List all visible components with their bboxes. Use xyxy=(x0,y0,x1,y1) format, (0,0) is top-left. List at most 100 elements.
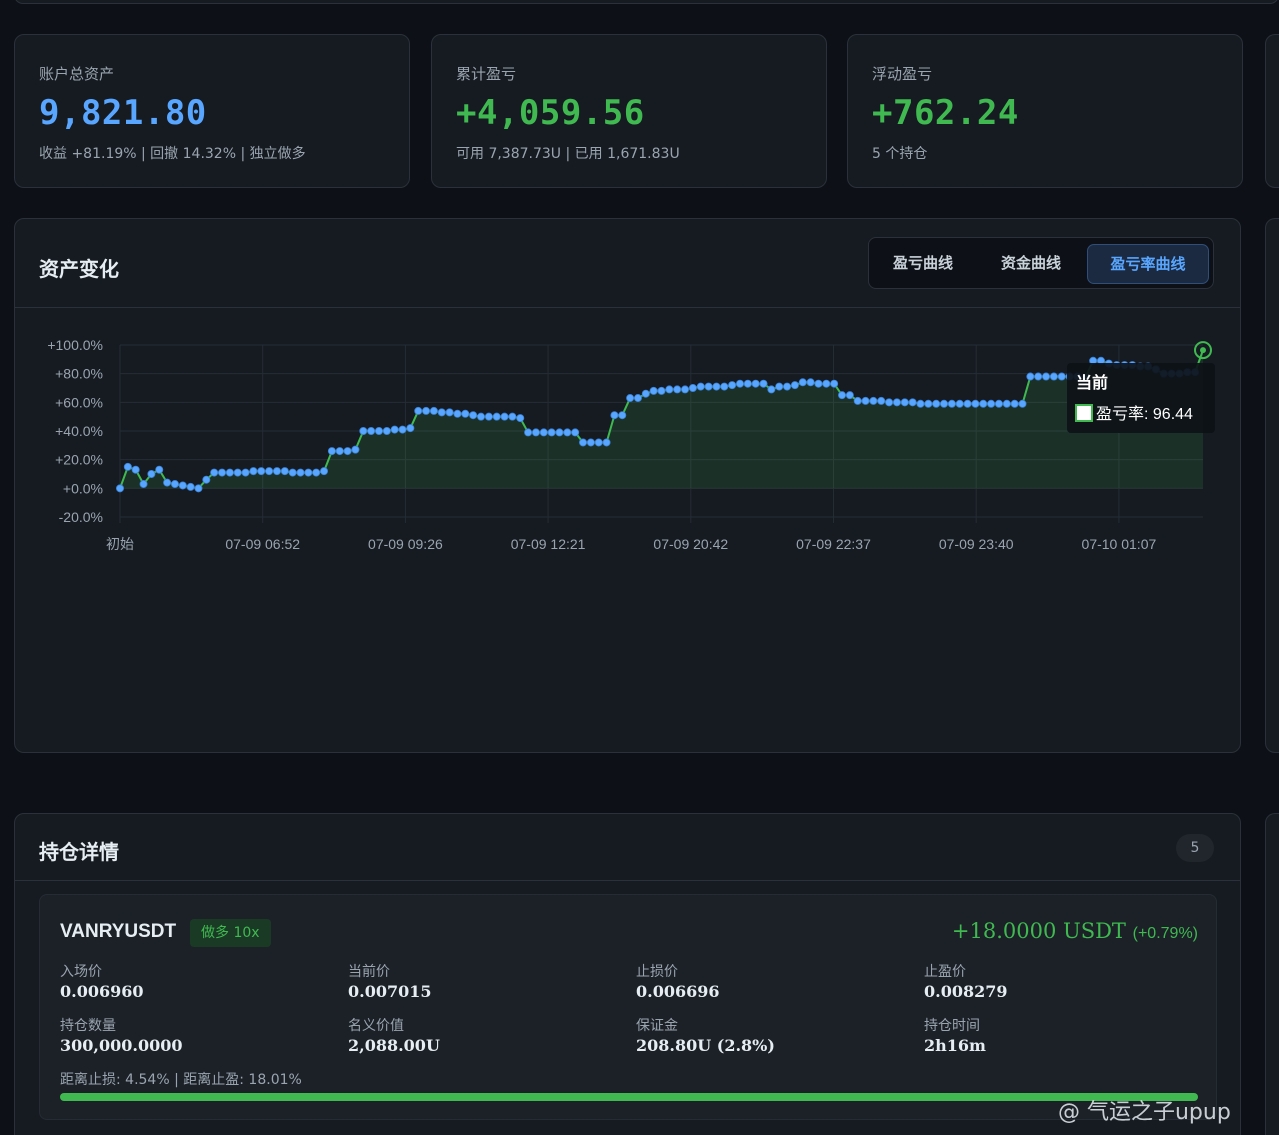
distance-progress-fill xyxy=(60,1093,1198,1101)
data-point xyxy=(131,465,140,474)
data-point xyxy=(155,465,164,474)
stat-label: 浮动盈亏 xyxy=(872,65,933,83)
data-point xyxy=(845,391,854,400)
stat-card-cumulative-pnl: 累计盈亏 +4,059.56 可用 7,387.73U | 已用 1,671.8… xyxy=(431,34,827,188)
position-count-badge: 5 xyxy=(1176,834,1214,862)
data-point xyxy=(720,382,729,391)
data-point xyxy=(618,411,627,420)
stat-sub: 5 个持仓 xyxy=(872,146,928,162)
data-point xyxy=(406,424,415,433)
y-tick-label: +80.0% xyxy=(55,366,103,382)
data-point xyxy=(414,406,423,415)
data-point xyxy=(1018,399,1027,408)
data-point xyxy=(885,398,894,407)
data-point xyxy=(547,428,556,437)
data-point xyxy=(508,412,517,421)
position-pnl: +18.0000 USDT (+0.79%) xyxy=(952,919,1198,943)
asset-change-panel: 资产变化 盈亏曲线 资金曲线 盈亏率曲线 +100.0% +80.0% +60.0%… xyxy=(14,218,1241,753)
data-point xyxy=(1042,372,1051,381)
data-point xyxy=(869,396,878,405)
data-point xyxy=(555,428,564,437)
x-tick-label: 07-09 06:52 xyxy=(225,536,300,552)
data-point xyxy=(1057,372,1066,381)
distance-info: 距离止损: 4.54% | 距离止盈: 18.01% xyxy=(60,1072,302,1088)
x-tick-label: 初始 xyxy=(106,536,134,552)
position-symbol: VANRYUSDT xyxy=(60,921,177,942)
data-point xyxy=(194,484,203,493)
data-point xyxy=(704,382,713,391)
side-badge: 做多 10x xyxy=(190,919,271,947)
field-label: 持仓时间 xyxy=(924,1017,980,1033)
data-point xyxy=(367,427,376,436)
top-panel-edge xyxy=(14,0,1279,4)
stat-label: 累计盈亏 xyxy=(456,65,517,83)
data-point xyxy=(524,428,533,437)
field-stop-loss: 止损价 0.006696 xyxy=(636,961,720,1001)
data-point xyxy=(916,399,925,408)
data-point xyxy=(163,478,172,487)
data-point xyxy=(116,484,125,493)
data-point xyxy=(257,467,266,476)
data-point xyxy=(586,438,595,447)
x-tick-label: 07-09 20:42 xyxy=(653,536,728,552)
divider xyxy=(15,307,1240,308)
x-tick-label: 07-10 01:07 xyxy=(1082,536,1157,552)
field-label: 止盈价 xyxy=(924,963,966,979)
data-point xyxy=(696,382,705,391)
positions-panel: 持仓详情 5 VANRYUSDT 做多 10x +18.0000 USDT (+… xyxy=(14,813,1241,1135)
data-point xyxy=(359,427,368,436)
data-point xyxy=(335,447,344,456)
data-point xyxy=(492,412,501,421)
field-value: 300,000.0000 xyxy=(60,1036,183,1055)
data-point xyxy=(170,480,179,489)
data-point xyxy=(610,411,619,420)
tab-fund-curve[interactable]: 资金曲线 xyxy=(981,244,1081,284)
tooltip-title: 当前 xyxy=(1076,373,1108,392)
pnl-rate-chart[interactable]: +100.0% +80.0% +60.0% +40.0% +20.0% +0.0% -20.… xyxy=(15,311,1240,751)
data-point xyxy=(979,399,988,408)
side-panel-partial xyxy=(1265,218,1279,753)
divider xyxy=(15,880,1240,881)
data-point xyxy=(382,427,391,436)
data-point xyxy=(955,399,964,408)
tooltip-label: 盈亏率: 96.44 xyxy=(1096,405,1193,423)
tab-pnl-rate-curve[interactable]: 盈亏率曲线 xyxy=(1087,244,1209,284)
data-point xyxy=(735,379,744,388)
x-tick-label: 07-09 23:40 xyxy=(939,536,1014,552)
field-value: 0.008279 xyxy=(924,982,1008,1001)
tab-pnl-curve[interactable]: 盈亏曲线 xyxy=(875,244,971,284)
x-tick-label: 07-09 22:37 xyxy=(796,536,871,552)
data-point xyxy=(1034,372,1043,381)
field-label: 保证金 xyxy=(636,1017,678,1033)
position-card[interactable]: VANRYUSDT 做多 10x +18.0000 USDT (+0.79%) … xyxy=(39,894,1217,1120)
distance-progress-track xyxy=(60,1093,1198,1101)
stat-label: 账户总资产 xyxy=(39,65,115,83)
y-tick-label: +100.0% xyxy=(47,337,103,353)
data-point xyxy=(320,467,329,476)
chart-mode-switch: 盈亏曲线 资金曲线 盈亏率曲线 xyxy=(868,237,1214,289)
data-point xyxy=(288,468,297,477)
data-point xyxy=(484,412,493,421)
stat-value: +4,059.56 xyxy=(456,93,645,133)
data-point xyxy=(994,399,1003,408)
field-label: 持仓数量 xyxy=(60,1017,116,1033)
data-point xyxy=(445,408,454,417)
data-point xyxy=(790,381,799,390)
data-point xyxy=(422,406,431,415)
y-tick-label: +40.0% xyxy=(55,423,103,439)
pnl-percent: (+0.79%) xyxy=(1132,925,1198,942)
data-point xyxy=(838,391,847,400)
data-point xyxy=(963,399,972,408)
stat-value: +762.24 xyxy=(872,93,1019,133)
field-value: 0.006960 xyxy=(60,982,144,1001)
field-value: 208.80U (2.8%) xyxy=(636,1036,775,1055)
data-point xyxy=(602,438,611,447)
data-point xyxy=(822,379,831,388)
field-notional: 名义价值 2,088.00U xyxy=(348,1015,440,1055)
stat-card-floating-pnl: 浮动盈亏 +762.24 5 个持仓 xyxy=(847,34,1243,188)
data-point xyxy=(626,394,635,403)
tooltip-swatch xyxy=(1075,404,1093,422)
data-point xyxy=(304,468,313,477)
data-point xyxy=(516,414,525,423)
data-point xyxy=(343,447,352,456)
